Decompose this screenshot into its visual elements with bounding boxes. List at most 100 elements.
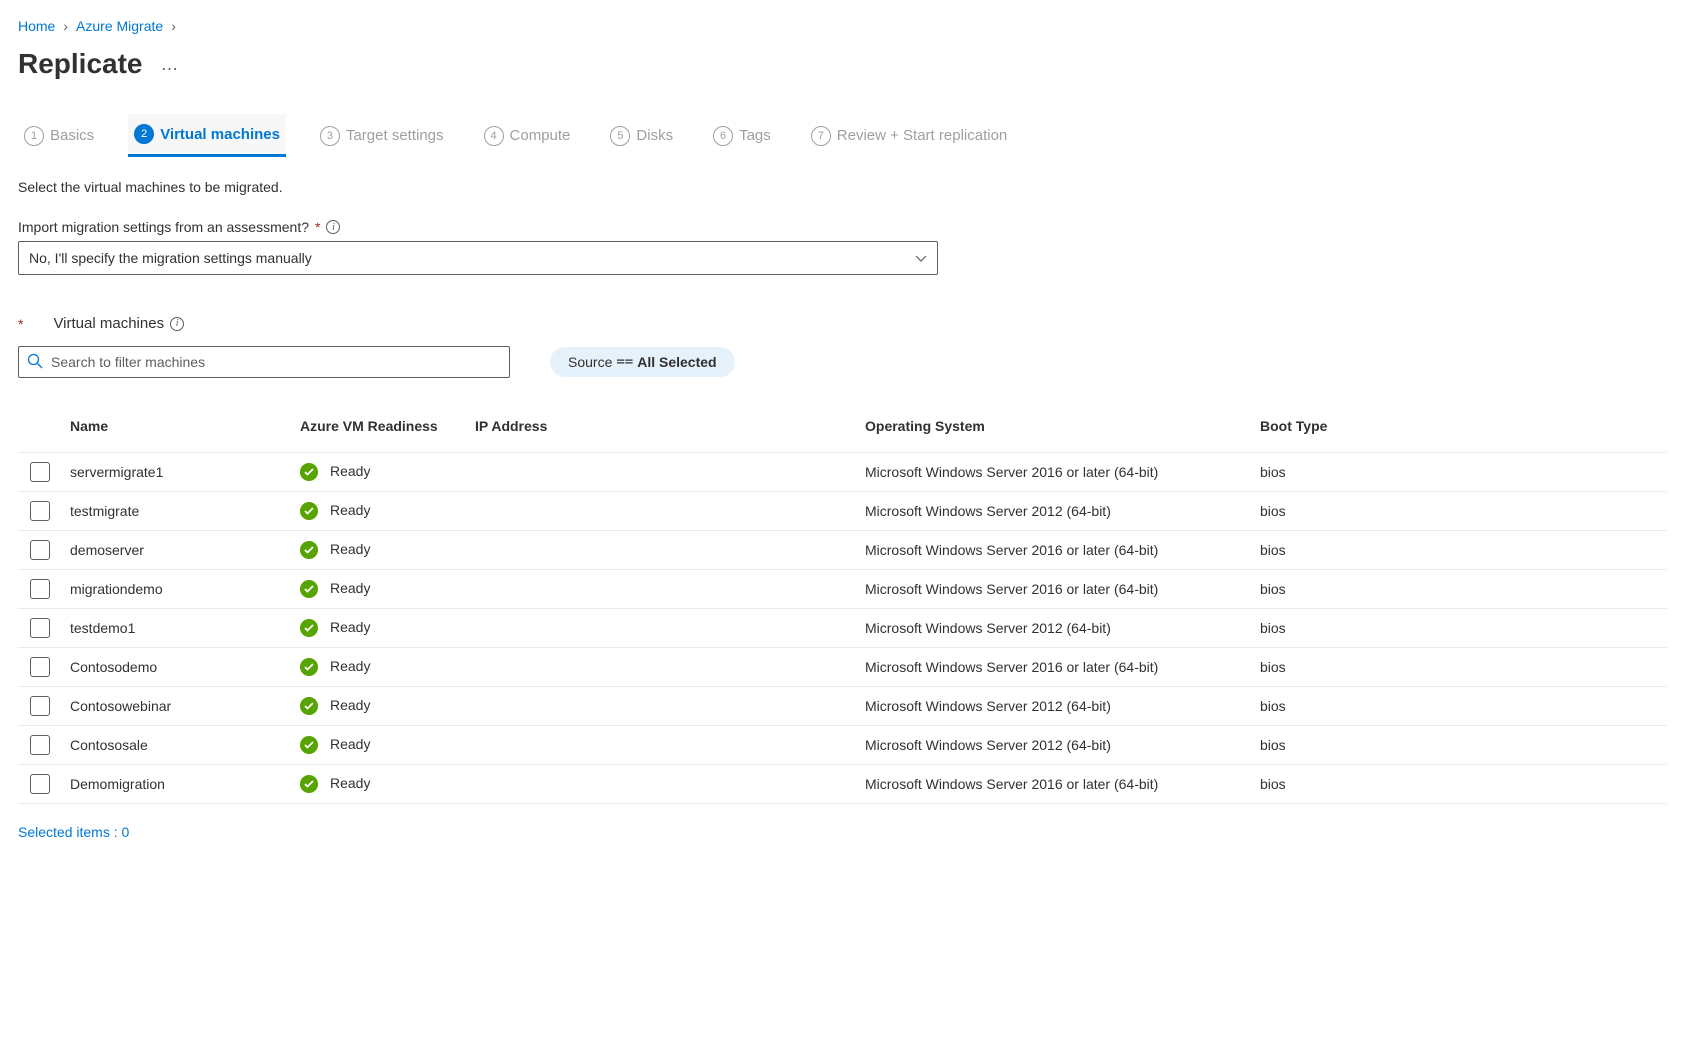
cell-name: testmigrate: [62, 492, 292, 531]
breadcrumb-home[interactable]: Home: [18, 18, 55, 34]
cell-name: Contosodemo: [62, 648, 292, 687]
cell-name: servermigrate1: [62, 453, 292, 492]
cell-name: Contosowebinar: [62, 687, 292, 726]
cell-readiness: Ready: [292, 453, 467, 492]
info-icon[interactable]: i: [170, 317, 184, 331]
wizard-tabs: 1 Basics 2 Virtual machines 3 Target set…: [18, 114, 1667, 157]
chevron-down-icon: [915, 250, 927, 266]
breadcrumb-azure-migrate[interactable]: Azure Migrate: [76, 18, 163, 34]
cell-boot: bios: [1252, 609, 1667, 648]
cell-name: Contososale: [62, 726, 292, 765]
readiness-text: Ready: [330, 658, 370, 674]
row-checkbox[interactable]: [30, 774, 50, 794]
cell-ip: [467, 609, 857, 648]
table-row: migrationdemoReadyMicrosoft Windows Serv…: [18, 570, 1667, 609]
row-checkbox[interactable]: [30, 501, 50, 521]
breadcrumb: Home › Azure Migrate ›: [18, 18, 1667, 34]
header-select-all: [18, 408, 62, 453]
tab-compute[interactable]: 4 Compute: [478, 116, 577, 156]
cell-readiness: Ready: [292, 531, 467, 570]
tab-label: Basics: [50, 127, 94, 144]
cell-os: Microsoft Windows Server 2016 or later (…: [857, 648, 1252, 687]
tab-label: Disks: [636, 127, 673, 144]
tab-virtual-machines[interactable]: 2 Virtual machines: [128, 114, 286, 157]
header-os[interactable]: Operating System: [857, 408, 1252, 453]
table-row: DemomigrationReadyMicrosoft Windows Serv…: [18, 765, 1667, 804]
search-input[interactable]: [51, 354, 501, 370]
import-settings-label-text: Import migration settings from an assess…: [18, 219, 309, 235]
row-checkbox[interactable]: [30, 657, 50, 677]
cell-boot: bios: [1252, 453, 1667, 492]
header-boot[interactable]: Boot Type: [1252, 408, 1667, 453]
cell-ip: [467, 765, 857, 804]
header-readiness[interactable]: Azure VM Readiness: [292, 408, 467, 453]
header-name[interactable]: Name: [62, 408, 292, 453]
info-icon[interactable]: i: [326, 220, 340, 234]
header-ip[interactable]: IP Address: [467, 408, 857, 453]
cell-os: Microsoft Windows Server 2012 (64-bit): [857, 687, 1252, 726]
page-title-row: Replicate …: [18, 48, 1667, 80]
import-settings-select[interactable]: No, I'll specify the migration settings …: [18, 241, 938, 275]
filter-pill-key: Source: [568, 354, 612, 370]
cell-readiness: Ready: [292, 648, 467, 687]
vm-table: Name Azure VM Readiness IP Address Opera…: [18, 408, 1667, 804]
tab-label: Tags: [739, 127, 771, 144]
selected-items-count: Selected items : 0: [18, 824, 1667, 840]
filter-pill-source[interactable]: Source == All Selected: [550, 347, 735, 377]
cell-boot: bios: [1252, 687, 1667, 726]
filter-pill-value: All Selected: [637, 354, 716, 370]
tab-disks[interactable]: 5 Disks: [604, 116, 679, 156]
cell-os: Microsoft Windows Server 2016 or later (…: [857, 531, 1252, 570]
tab-step-number: 3: [320, 126, 340, 146]
tab-tags[interactable]: 6 Tags: [707, 116, 777, 156]
tab-step-number: 5: [610, 126, 630, 146]
readiness-text: Ready: [330, 580, 370, 596]
row-checkbox[interactable]: [30, 618, 50, 638]
cell-os: Microsoft Windows Server 2012 (64-bit): [857, 609, 1252, 648]
cell-ip: [467, 492, 857, 531]
tab-label: Review + Start replication: [837, 127, 1008, 144]
row-checkbox[interactable]: [30, 540, 50, 560]
description-text: Select the virtual machines to be migrat…: [18, 179, 1667, 195]
page-title: Replicate: [18, 48, 143, 80]
table-header-row: Name Azure VM Readiness IP Address Opera…: [18, 408, 1667, 453]
import-settings-value: No, I'll specify the migration settings …: [29, 250, 312, 266]
row-checkbox[interactable]: [30, 735, 50, 755]
cell-readiness: Ready: [292, 492, 467, 531]
cell-readiness: Ready: [292, 765, 467, 804]
cell-os: Microsoft Windows Server 2012 (64-bit): [857, 726, 1252, 765]
tab-label: Compute: [510, 127, 571, 144]
cell-ip: [467, 726, 857, 765]
tab-target-settings[interactable]: 3 Target settings: [314, 116, 450, 156]
more-options-button[interactable]: …: [161, 54, 180, 75]
cell-boot: bios: [1252, 765, 1667, 804]
filter-pill-operator: ==: [616, 354, 633, 370]
ready-check-icon: [300, 736, 318, 754]
table-row: testmigrate Ready Microsoft Windows Server…: [18, 492, 1667, 531]
cell-ip: [467, 570, 857, 609]
ready-check-icon: [300, 697, 318, 715]
row-checkbox[interactable]: [30, 579, 50, 599]
cell-ip: [467, 648, 857, 687]
ready-check-icon: [300, 541, 318, 559]
tab-review-start-replication[interactable]: 7 Review + Start replication: [805, 116, 1014, 156]
tab-label: Target settings: [346, 127, 444, 144]
cell-os: Microsoft Windows Server 2016 or later (…: [857, 765, 1252, 804]
cell-boot: bios: [1252, 570, 1667, 609]
readiness-text: Ready: [330, 619, 370, 635]
readiness-text: Ready: [330, 502, 370, 518]
readiness-text: Ready: [330, 775, 370, 791]
chevron-right-icon: ›: [63, 18, 68, 34]
cell-os: Microsoft Windows Server 2012 (64-bit): [857, 492, 1252, 531]
cell-readiness: Ready: [292, 687, 467, 726]
tab-basics[interactable]: 1 Basics: [18, 116, 100, 156]
search-box[interactable]: [18, 346, 510, 378]
ready-check-icon: [300, 658, 318, 676]
vm-section-header: * Virtual machines i: [18, 315, 1667, 332]
cell-name: migrationdemo: [62, 570, 292, 609]
table-row: ContososaleReadyMicrosoft Windows Server…: [18, 726, 1667, 765]
row-checkbox[interactable]: [30, 462, 50, 482]
required-indicator: *: [315, 219, 320, 235]
ready-check-icon: [300, 619, 318, 637]
row-checkbox[interactable]: [30, 696, 50, 716]
